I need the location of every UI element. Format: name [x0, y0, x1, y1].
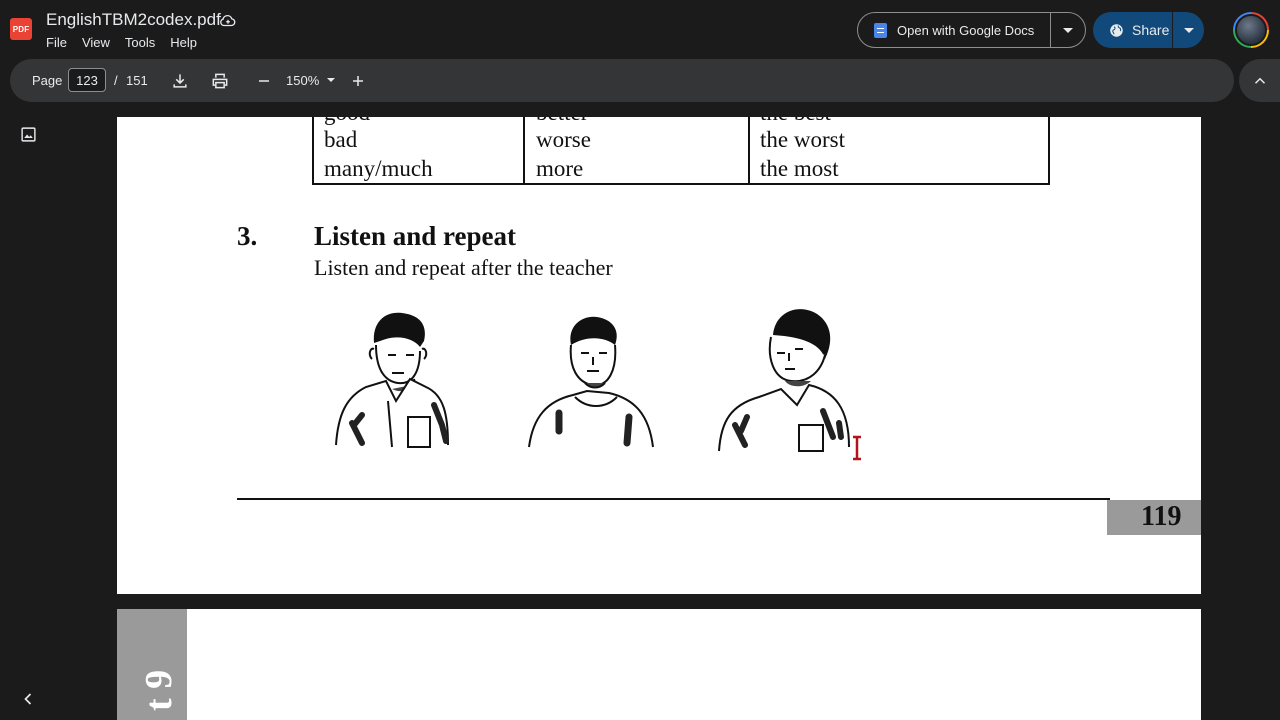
zoom-out-icon[interactable] [254, 71, 274, 91]
page-number-input[interactable] [68, 68, 106, 92]
collapse-toolbar-button[interactable] [1239, 59, 1280, 102]
share-label: Share [1132, 22, 1170, 38]
open-with-docs-label: Open with Google Docs [897, 22, 1035, 38]
pdf-page: good better the best bad worse the worst… [117, 117, 1201, 594]
table-cell: the worst [760, 127, 845, 152]
unit-tab: t 9 [117, 609, 187, 720]
boy-illustration-3 [718, 309, 850, 452]
section-number: 3. [237, 221, 258, 251]
table-border [312, 117, 314, 184]
section-title: Listen and repeat [314, 221, 517, 251]
share-group: Share [1093, 12, 1204, 48]
open-with-dropdown-button[interactable] [1051, 27, 1085, 33]
text-cursor-icon [853, 435, 861, 461]
menu-file[interactable]: File [46, 35, 67, 50]
add-to-drive-icon[interactable] [219, 12, 237, 30]
table-cell: bad [324, 127, 358, 152]
menu-help[interactable]: Help [170, 35, 197, 50]
chevron-down-icon [1183, 27, 1194, 33]
table-cell: good [324, 117, 370, 126]
unit-label: t 9 [138, 669, 180, 711]
chevron-left-icon[interactable] [18, 689, 38, 709]
download-icon[interactable] [170, 71, 190, 91]
table-cell: worse [536, 127, 591, 152]
table-border [748, 117, 750, 184]
table-cell: better [536, 117, 588, 126]
page-number: 119 [1141, 501, 1182, 532]
boy-illustration-2 [528, 316, 654, 448]
globe-icon [1110, 23, 1123, 37]
table-cell: more [536, 156, 584, 181]
pdf-file-icon: PDF [10, 18, 32, 40]
document-title[interactable]: EnglishTBM2codex.pdf [46, 10, 221, 30]
google-docs-icon [874, 22, 887, 38]
zoom-dropdown-icon[interactable] [327, 78, 335, 82]
section-instruction: Listen and repeat after the teacher [314, 255, 613, 280]
avatar-image [1235, 14, 1267, 46]
chevron-up-icon [1254, 77, 1265, 84]
table-border [523, 117, 525, 184]
page-label: Page [32, 73, 63, 88]
account-avatar[interactable] [1233, 12, 1269, 48]
chevron-down-icon [1063, 27, 1073, 33]
thumbnails-icon[interactable] [20, 126, 37, 143]
share-button[interactable]: Share [1093, 12, 1173, 48]
pdf-page-next: t 9 [117, 609, 1201, 720]
pdf-viewer: PDF EnglishTBM2codex.pdf File View Tools… [0, 0, 1280, 720]
print-icon[interactable] [210, 71, 230, 91]
table-cell: the best [760, 117, 831, 126]
total-pages: 151 [126, 73, 148, 88]
footer-rule [237, 498, 1110, 500]
open-with-docs-group: Open with Google Docs [857, 12, 1086, 48]
table-cell: many/much [324, 156, 433, 181]
open-with-docs-button[interactable]: Open with Google Docs [858, 13, 1051, 47]
menu-bar: File View Tools Help [46, 35, 212, 50]
boy-illustration-1 [335, 312, 449, 448]
table-border [312, 183, 1050, 185]
page-separator: / [114, 73, 118, 88]
table-border [1048, 117, 1050, 184]
header-bar: PDF EnglishTBM2codex.pdf File View Tools… [0, 0, 1280, 58]
menu-view[interactable]: View [82, 35, 110, 50]
pdf-toolbar: Page / 151 150% [10, 59, 1234, 102]
zoom-level[interactable]: 150% [286, 73, 319, 88]
menu-tools[interactable]: Tools [125, 35, 155, 50]
share-dropdown-button[interactable] [1173, 27, 1204, 33]
table-cell: the most [760, 156, 839, 181]
zoom-in-icon[interactable] [348, 71, 368, 91]
